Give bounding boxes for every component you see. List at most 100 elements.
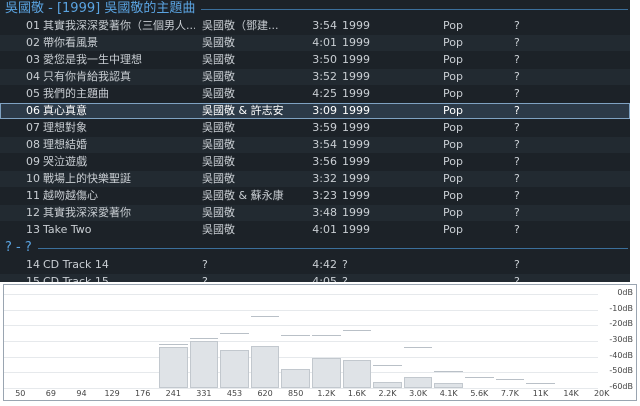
track-row[interactable]: 13 Take Two 吳國敬 4:01 1999 Pop? <box>0 222 630 238</box>
track-duration: 4:05 <box>312 275 337 282</box>
track-title: 只有你肯給我認真 <box>43 70 131 83</box>
group-header[interactable]: ? - ? <box>0 239 630 257</box>
spectrum-bar <box>434 383 463 388</box>
spectrum-peak <box>281 334 310 336</box>
track-genre: Pop <box>443 70 463 83</box>
track-rating: ? <box>514 223 520 236</box>
db-label: -60dB <box>609 382 633 391</box>
frequency-label: 453 <box>226 389 243 398</box>
db-label: 0dB <box>617 288 633 297</box>
spectrum-bar <box>189 341 219 388</box>
spectrum-bar <box>159 347 188 388</box>
spectrum-peak <box>189 337 219 339</box>
spectrum-peak <box>526 383 555 385</box>
track-duration: 4:25 <box>312 87 337 100</box>
track-number: 03 <box>26 53 40 66</box>
track-rating: ? <box>514 138 520 151</box>
db-label: -50dB <box>609 366 633 376</box>
spectrum-bar <box>342 359 372 388</box>
track-genre: Pop <box>443 53 463 66</box>
frequency-label: 620 <box>257 389 273 398</box>
db-gridline <box>4 309 598 311</box>
track-row[interactable]: 11 越吻越傷心 吳國敬 & 蘇永康 3:23 1999 Pop? <box>0 188 630 204</box>
track-row[interactable]: 12 其實我深深愛著你 吳國敬 3:48 1999 Pop? <box>0 205 630 221</box>
playlist-view[interactable]: 吳國敬 - [1999] 吳國敬的主題曲 01 其實我深深愛著你（三個男人... 吳國… <box>0 0 630 282</box>
track-title: CD Track 14 <box>43 258 109 271</box>
track-year: 1999 <box>342 206 370 219</box>
track-rating: ? <box>514 19 520 32</box>
track-number: 08 <box>26 138 40 151</box>
track-row[interactable]: 14 CD Track 14? 4:42?? <box>0 257 630 273</box>
track-duration: 4:01 <box>312 223 337 236</box>
track-duration: 3:32 <box>312 172 337 185</box>
track-row[interactable]: 05 我們的主題曲 吳國敬 4:25 1999 Pop? <box>0 86 630 102</box>
frequency-label: 176 <box>135 389 151 398</box>
track-title: 真心真意 <box>43 104 87 117</box>
track-row[interactable]: 09 哭泣遊戲 吳國敬 3:56 1999 Pop? <box>0 154 630 170</box>
track-duration: 3:50 <box>312 53 337 66</box>
spectrum-bar <box>403 377 433 388</box>
track-duration: 3:09 <box>312 104 337 117</box>
frequency-label: 11K <box>532 389 549 398</box>
track-title: 愛您是我一生中理想 <box>43 53 142 66</box>
spectrum-peak <box>220 333 249 335</box>
track-row[interactable]: 07 理想對象 吳國敬 3:59 1999 Pop? <box>0 120 630 136</box>
track-title: 哭泣遊戲 <box>43 155 87 168</box>
track-row[interactable]: 01 其實我深深愛著你（三個男人... 吳國敬（鄧建... 3:54 1999 Pop? <box>0 18 630 34</box>
track-row[interactable]: 03 愛您是我一生中理想 吳國敬 3:50 1999 Pop? <box>0 52 630 68</box>
track-year: 1999 <box>342 87 370 100</box>
track-year: 1999 <box>342 19 370 32</box>
db-gridline <box>4 356 598 358</box>
track-rating: ? <box>514 87 520 100</box>
track-genre: Pop <box>443 104 463 117</box>
spectrum-bar <box>373 381 402 388</box>
group-divider <box>38 248 628 249</box>
track-year: 1999 <box>342 189 370 202</box>
track-title: 戰場上的快樂聖誕 <box>43 172 131 185</box>
frequency-label: 3.0K <box>409 389 428 398</box>
track-genre: Pop <box>443 223 463 236</box>
track-year: 1999 <box>342 53 370 66</box>
track-title: 其實我深深愛著你 <box>43 206 131 219</box>
frequency-label: 94 <box>76 389 87 398</box>
track-number: 10 <box>26 172 40 185</box>
spectrum-peak <box>495 378 525 380</box>
group-title: ? - ? <box>5 240 32 255</box>
frequency-label: 7.7K <box>500 389 519 398</box>
track-row[interactable]: 04 只有你肯給我認真 吳國敬 3:52 1999 Pop? <box>0 69 630 85</box>
frequency-label: 241 <box>165 389 181 398</box>
track-genre: Pop <box>443 172 463 185</box>
track-rating: ? <box>514 258 520 271</box>
track-row[interactable]: 10 戰場上的快樂聖誕 吳國敬 3:32 1999 Pop? <box>0 171 630 187</box>
spectrum-peak <box>434 370 463 372</box>
track-year: 1999 <box>342 223 370 236</box>
track-number: 12 <box>26 206 40 219</box>
track-title: 越吻越傷心 <box>43 189 98 202</box>
group-header[interactable]: 吳國敬 - [1999] 吳國敬的主題曲 <box>0 0 630 18</box>
track-row[interactable]: 08 理想結婚 吳國敬 3:54 1999 Pop? <box>0 137 630 153</box>
spectrum-bar <box>312 358 341 388</box>
db-gridline <box>4 341 598 342</box>
track-title: 我們的主題曲 <box>43 87 109 100</box>
track-title: 帶你看風景 <box>43 36 98 49</box>
track-row[interactable]: 15 CD Track 15? 4:05?? <box>0 274 630 282</box>
track-duration: 3:54 <box>312 138 337 151</box>
track-duration: 4:01 <box>312 36 337 49</box>
track-title: 其實我深深愛著你（三個男人... <box>43 19 195 32</box>
track-row[interactable]: 02 帶你看風景 吳國敬 4:01 1999 Pop? <box>0 35 630 51</box>
spectrum-peak <box>159 344 188 346</box>
track-title: 理想結婚 <box>43 138 87 151</box>
frequency-label: 5.6K <box>470 389 489 398</box>
db-gridline <box>4 325 598 327</box>
frequency-label: 850 <box>288 389 304 398</box>
track-title: Take Two <box>43 223 92 236</box>
playlist-scrollbar[interactable] <box>630 0 640 282</box>
frequency-label: 129 <box>104 389 120 398</box>
group-title: 吳國敬 - [1999] 吳國敬的主題曲 <box>5 1 196 16</box>
db-label: -40dB <box>609 350 633 360</box>
spectrum-peak <box>373 364 402 366</box>
track-row[interactable]: 06 真心真意 吳國敬 & 許志安 3:09 1999 Pop? <box>0 103 630 119</box>
track-number: 06 <box>26 104 40 117</box>
track-number: 09 <box>26 155 40 168</box>
track-genre: Pop <box>443 138 463 151</box>
